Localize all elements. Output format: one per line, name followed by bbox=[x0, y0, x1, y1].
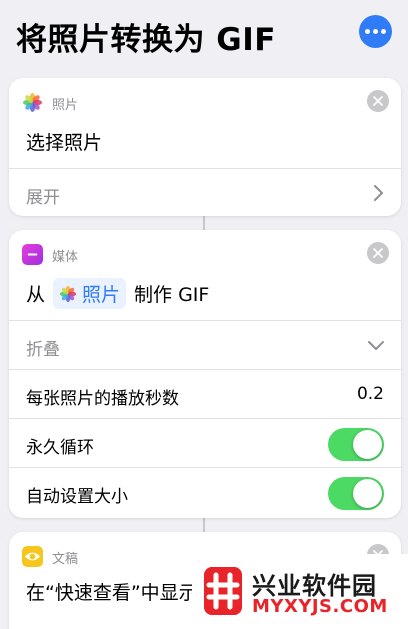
header: 将照片转换为 GIF bbox=[0, 0, 408, 68]
expand-row[interactable]: 展开 bbox=[9, 168, 401, 216]
param-row-loop-forever: 永久循环 bbox=[9, 418, 401, 467]
action-connector bbox=[203, 216, 205, 230]
card-header: 媒体 bbox=[9, 230, 401, 274]
loop-forever-toggle[interactable] bbox=[328, 428, 384, 461]
watermark-logo-icon bbox=[204, 567, 242, 615]
title-prefix: 从 bbox=[26, 284, 46, 306]
chevron-right-icon bbox=[374, 185, 383, 201]
ellipsis-icon bbox=[365, 29, 386, 34]
param-label: 永久循环 bbox=[26, 438, 94, 458]
page-title: 将照片转换为 GIF bbox=[16, 22, 276, 58]
token-label: 照片 bbox=[82, 284, 121, 306]
param-label: 自动设置大小 bbox=[26, 487, 128, 507]
media-icon bbox=[22, 244, 43, 265]
action-title: 从 照片 制作 GIF bbox=[26, 278, 209, 309]
param-row-auto-size: 自动设置大小 bbox=[9, 467, 401, 516]
seconds-per-photo-value[interactable]: 0.2 bbox=[357, 384, 384, 404]
photos-icon bbox=[22, 92, 43, 113]
card-category: 媒体 bbox=[52, 250, 79, 265]
close-icon bbox=[373, 96, 383, 106]
quicklook-eye-icon bbox=[22, 546, 43, 567]
title-suffix: 制作 GIF bbox=[134, 284, 210, 306]
photos-icon bbox=[59, 285, 77, 302]
more-button[interactable] bbox=[359, 15, 392, 48]
watermark-url: MYXYJS.COM bbox=[252, 596, 388, 617]
action-title: 选择照片 bbox=[26, 132, 103, 154]
chevron-down-icon bbox=[368, 341, 384, 350]
remove-action-button[interactable] bbox=[367, 242, 389, 264]
auto-size-toggle[interactable] bbox=[328, 477, 384, 510]
action-card-make-gif[interactable]: 媒体 从 照片 制作 GIF 折叠 每张照片的播放秒数 0.2 永久循环 自动设… bbox=[9, 230, 401, 518]
expand-label: 展开 bbox=[26, 188, 60, 208]
close-icon bbox=[373, 248, 383, 258]
watermark: 兴业软件园 MYXYJS.COM bbox=[192, 554, 408, 629]
collapse-row[interactable]: 折叠 bbox=[9, 320, 401, 369]
card-category: 文稿 bbox=[52, 552, 79, 567]
card-category: 照片 bbox=[52, 98, 79, 113]
param-row-seconds-per-photo[interactable]: 每张照片的播放秒数 0.2 bbox=[9, 369, 401, 418]
remove-action-button[interactable] bbox=[367, 90, 389, 112]
param-label: 每张照片的播放秒数 bbox=[26, 389, 179, 409]
card-header: 照片 bbox=[9, 78, 401, 122]
action-connector bbox=[203, 518, 205, 532]
action-card-select-photos[interactable]: 照片 选择照片 展开 bbox=[9, 78, 401, 216]
collapse-label: 折叠 bbox=[26, 340, 60, 360]
action-title: 在“快速查看”中显示 bbox=[26, 582, 198, 604]
variable-token-photos[interactable]: 照片 bbox=[53, 278, 127, 309]
